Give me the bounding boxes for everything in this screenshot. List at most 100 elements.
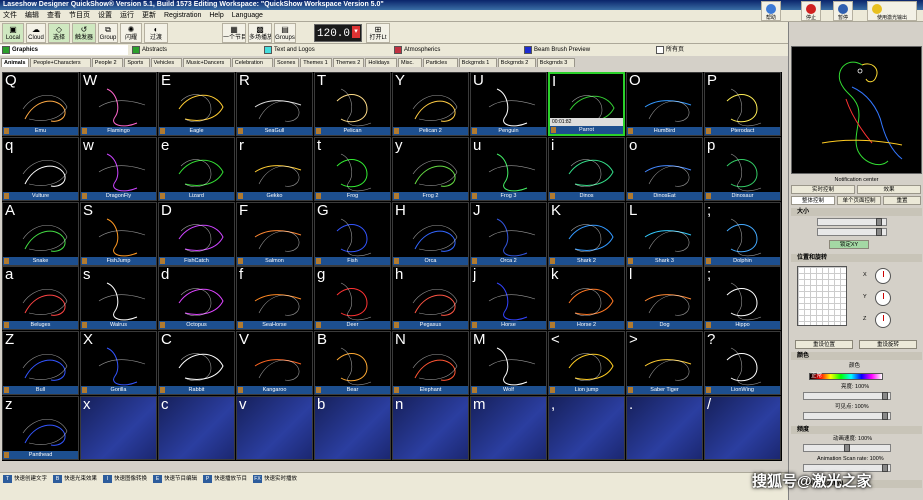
rotate-z-dial[interactable] (875, 312, 891, 328)
cue-tile[interactable]: L Shark 3 (626, 201, 703, 266)
cue-tile[interactable]: s Walrus (80, 266, 157, 331)
toolbar-button-single-page[interactable]: ▦一个节目页 (222, 23, 246, 43)
cue-tile[interactable]: Q Emu (2, 72, 79, 136)
subcategory-tab[interactable]: Celebration (231, 58, 273, 67)
toolbar-pause-button[interactable]: 暂停 (833, 1, 853, 21)
lock-icon[interactable] (4, 452, 9, 458)
tab-effects[interactable]: 效果 (857, 185, 921, 194)
anim-scan-thumb[interactable] (882, 464, 888, 472)
cue-tile[interactable]: K Shark 2 (548, 201, 625, 266)
size-x-thumb[interactable] (876, 218, 882, 226)
cue-playback-bar[interactable]: 00:01:82 (550, 118, 623, 126)
cue-tile[interactable]: B Bear (314, 331, 391, 396)
cue-tile[interactable]: S FishJump (80, 201, 157, 266)
lock-icon[interactable] (706, 192, 711, 199)
anim-speed-slider[interactable] (803, 444, 891, 452)
toolbar-button-select[interactable]: ◇ 选择 (48, 23, 70, 43)
lock-icon[interactable] (628, 192, 633, 199)
category-tab[interactable]: Text and Logos (262, 45, 390, 55)
lock-icon[interactable] (316, 257, 321, 264)
subcategory-tab[interactable]: Bckgrnds 1 (458, 58, 497, 67)
subcategory-tab[interactable]: Particles (423, 58, 458, 67)
lock-icon[interactable] (472, 257, 477, 264)
cue-tile[interactable]: F Salmon (236, 201, 313, 266)
subcategory-tab[interactable]: Themes 1 (300, 58, 332, 67)
bottom-tab[interactable]: E 快速节目编辑 (152, 474, 200, 484)
reset-rotation-button[interactable]: 重设旋转 (859, 340, 917, 349)
cue-tile[interactable]: V Kangaroo (236, 331, 313, 396)
lock-icon[interactable] (4, 192, 9, 199)
lock-icon[interactable] (394, 322, 399, 329)
cue-tile[interactable]: > Saber Tiger (626, 331, 703, 396)
cue-tile[interactable]: u Frog 3 (470, 136, 547, 201)
tab-page-control[interactable]: 单个页面控制 (837, 196, 881, 205)
lock-icon[interactable] (706, 387, 711, 394)
size-y-slider[interactable] (817, 228, 887, 236)
brightness-slider[interactable] (803, 392, 891, 400)
category-tab[interactable]: Beam Brush Preview (522, 45, 650, 55)
cue-tile[interactable]: D FishCatch (158, 201, 235, 266)
lock-icon[interactable] (550, 387, 555, 394)
color-section-header[interactable]: 颜色 (791, 352, 922, 360)
cue-tile[interactable]: d Octopus (158, 266, 235, 331)
lock-xy-button[interactable]: 锁定XY (829, 240, 869, 249)
lock-icon[interactable] (160, 192, 165, 199)
cue-tile[interactable]: m (470, 396, 547, 460)
cue-tile[interactable]: k Horse 2 (548, 266, 625, 331)
menu-item[interactable]: 节目页 (69, 10, 90, 21)
subcategory-tab[interactable]: Sports (124, 58, 150, 67)
anim-speed-thumb[interactable] (844, 444, 850, 452)
cue-tile[interactable]: X Gorilla (80, 331, 157, 396)
lock-icon[interactable] (706, 322, 711, 329)
toolbar-button-group[interactable]: ⧉ Group (98, 23, 118, 43)
toolbar-stop-button[interactable]: 停止 (801, 1, 821, 21)
cue-tile[interactable]: A Snake (2, 201, 79, 266)
cue-tile[interactable]: p Dinosaur (704, 136, 781, 201)
subcategory-tab[interactable]: Themes 2 (332, 58, 365, 67)
cue-tile[interactable]: I Parrot 00:01:82 (548, 72, 625, 136)
lock-icon[interactable] (160, 128, 165, 134)
cue-tile[interactable]: Y Pelican 2 (392, 72, 469, 136)
cue-tile[interactable]: i Dinos (548, 136, 625, 201)
cue-tile[interactable]: U Penguin (470, 72, 547, 136)
tap-button[interactable]: ⊞ 打开Lt (366, 23, 390, 43)
subcategory-tab[interactable]: Animals (1, 58, 30, 67)
cue-tile[interactable]: T Pelican (314, 72, 391, 136)
menu-item[interactable]: Help (209, 10, 223, 21)
toolbar-button-groups[interactable]: ▤ Groups (274, 23, 296, 43)
lock-icon[interactable] (238, 128, 243, 134)
lock-icon[interactable] (160, 322, 165, 329)
lock-icon[interactable] (82, 387, 87, 394)
cue-tile[interactable]: N Elephant (392, 331, 469, 396)
cue-tile[interactable]: ; Hippo (704, 266, 781, 331)
cue-tile[interactable]: C Rabbit (158, 331, 235, 396)
bottom-tab[interactable]: P 快速播放节目 (202, 474, 250, 484)
lock-icon[interactable] (472, 128, 477, 134)
cue-tile[interactable]: e Lizard (158, 136, 235, 201)
cue-tile[interactable]: n (392, 396, 469, 460)
lock-icon[interactable] (551, 127, 556, 133)
cue-tile[interactable]: z Panthead (2, 396, 79, 460)
toolbar-button-sparkle[interactable]: ✺ 闪耀 (120, 23, 142, 43)
lock-icon[interactable] (316, 322, 321, 329)
cue-tile[interactable]: / (704, 396, 781, 460)
subcategory-tab[interactable]: Vehicles (150, 58, 183, 67)
lock-icon[interactable] (4, 387, 9, 394)
brightness-thumb[interactable] (882, 392, 888, 400)
lock-icon[interactable] (238, 257, 243, 264)
notification-center[interactable]: Notification center (791, 176, 922, 184)
lock-icon[interactable] (238, 387, 243, 394)
cue-tile[interactable]: r Gekko (236, 136, 313, 201)
lock-icon[interactable] (628, 387, 633, 394)
cue-tile[interactable]: M Wolf (470, 331, 547, 396)
lock-icon[interactable] (550, 322, 555, 329)
lock-icon[interactable] (316, 192, 321, 199)
lock-icon[interactable] (82, 322, 87, 329)
cue-tile[interactable]: P Pterodact (704, 72, 781, 136)
lock-icon[interactable] (628, 322, 633, 329)
rotate-x-dial[interactable] (875, 268, 891, 284)
menu-item[interactable]: 更新 (142, 10, 156, 21)
subcategory-tab[interactable]: Music+Dancers (183, 58, 231, 67)
cue-tile[interactable]: a Beluges (2, 266, 79, 331)
lock-icon[interactable] (160, 257, 165, 264)
